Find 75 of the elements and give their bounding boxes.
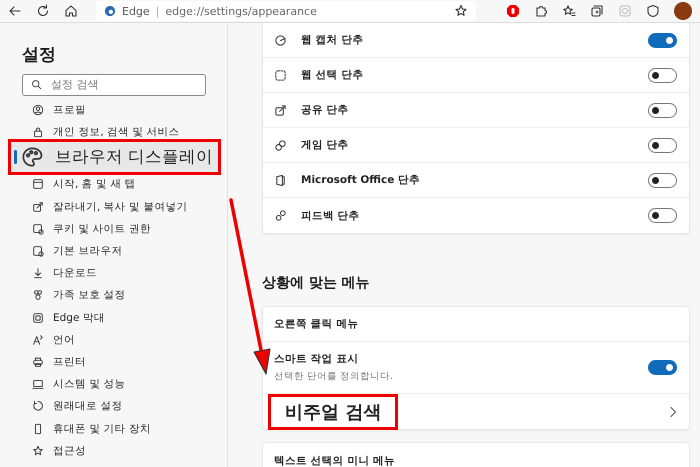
search-icon [31,78,42,90]
sidebar-item[interactable]: 브라우저 디스플레이 [8,139,221,176]
sidebar-item-icon [32,267,44,280]
setting-label: Microsoft Office 단추 [301,173,422,187]
sidebar-item-icon [32,334,44,346]
setting-label: 오른쪽 클릭 메뉴 [274,317,358,331]
setting-link[interactable]: 비주얼 검색 [268,394,398,430]
sidebar-item[interactable]: 시작, 홈 및 새 탭 [0,173,227,196]
setting-label: 피드백 단추 [301,208,361,222]
toggle-switch[interactable] [648,32,677,48]
home-icon[interactable] [64,4,78,18]
setting-label: 스마트 작업 표시 [274,352,360,366]
setting-label: 공유 단추 [301,103,350,117]
sidebar-item[interactable]: Edge 막대 [0,306,227,329]
search-field[interactable]: 설정 검색 [22,74,206,96]
toggle-switch[interactable] [648,102,677,118]
button-icon [274,209,287,222]
sidebar-item-icon [32,356,44,368]
sidebar-item[interactable]: 잘라내기, 복사 및 붙여넣기 [0,196,227,218]
sidebar-item-icon [32,126,44,138]
sidebar-item[interactable]: 프린터 [0,350,227,374]
sidebar-item[interactable]: 쿠키 및 사이트 권한 [0,218,227,240]
sidebar-item[interactable]: 가족 보호 설정 [0,284,227,306]
section-heading: 상황에 맞는 메뉴 [262,274,371,292]
url-text: edge://settings/appearance [165,4,318,18]
site-label: Edge [122,4,150,18]
sidebar-item[interactable]: 기본 브라우저 [0,240,227,262]
sidebar-item[interactable]: 언어 [0,328,227,351]
sidebar-item[interactable]: 시스템 및 성능 [0,373,227,396]
sidebar-item-icon [32,289,44,302]
button-icon [274,104,287,116]
puzzle-icon[interactable] [534,4,548,18]
sidebar-item-icon [21,146,43,168]
sidebar-item-icon [32,200,44,213]
settings-title: 설정 [22,44,57,66]
setting-label: 게임 단추 [301,138,350,152]
browser-logo-icon [104,5,116,17]
address-bar[interactable]: Edge | edge://settings/appearance [96,1,476,21]
sidebar-item-icon [32,444,44,457]
sidebar-item[interactable]: 다운로드 [0,262,227,284]
collections-icon[interactable] [590,4,604,18]
sidebar-item-icon [32,400,44,412]
toggle-switch[interactable] [648,360,677,375]
sidebar-item-icon [32,245,44,258]
button-icon [274,68,287,82]
setting-label: 웹 캡처 단추 [301,33,364,47]
toggle-switch[interactable] [648,138,677,152]
setting-label: 텍스트 선택의 미니 메뉴 [274,454,395,467]
sidebar-item-icon [32,104,44,116]
toggle-switch[interactable] [648,208,677,223]
add-favorite-icon[interactable] [454,4,468,18]
toggle-switch[interactable] [648,172,677,188]
extension-octagon-icon[interactable] [506,4,520,18]
sidebar-item[interactable]: 원래대로 설정 [0,395,227,418]
setting-description: 선택한 단어를 정의합니다. [274,370,394,383]
setting-label: 웹 선택 단추 [301,68,364,82]
profile-avatar[interactable] [674,2,692,20]
button-icon [274,34,287,46]
sidebar-item-icon [32,378,44,390]
refresh-icon[interactable] [36,4,50,18]
button-icon [274,138,287,152]
chevron-right-icon [669,406,677,418]
sidebar-item[interactable]: 프로필 [0,99,227,122]
separator-text: | [156,4,160,18]
back-icon[interactable] [8,4,22,18]
sidebar-item-icon [32,422,44,435]
sidebar-item[interactable]: 접근성 [0,440,227,462]
sidebar-item-icon [32,312,44,324]
toggle-switch[interactable] [648,68,677,82]
button-icon [274,174,287,186]
sidebar-item-icon [32,178,44,190]
favorites-icon[interactable] [562,4,576,18]
sidebar-item-icon [32,222,44,235]
shield-icon[interactable] [646,4,660,18]
sidebar-item[interactable]: 휴대폰 및 기타 장치 [0,417,227,440]
